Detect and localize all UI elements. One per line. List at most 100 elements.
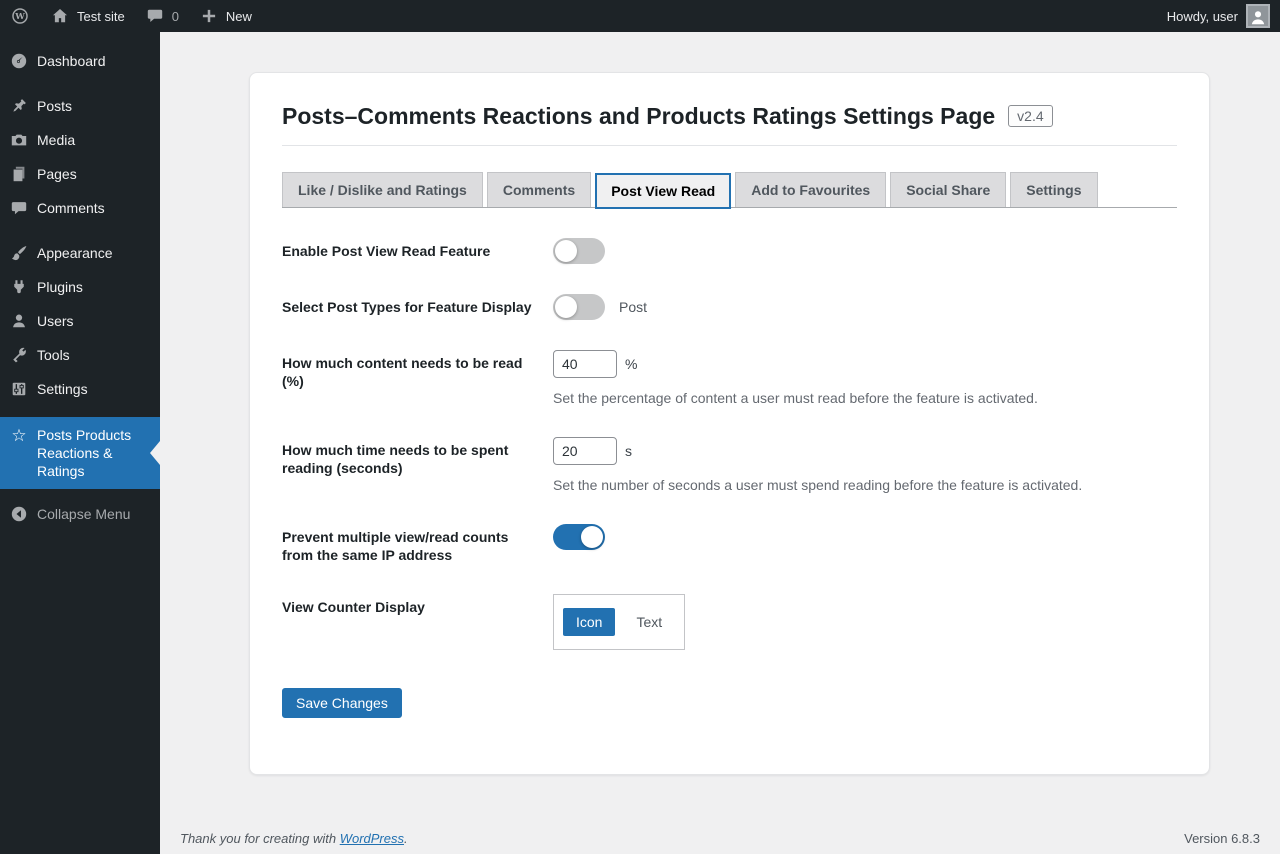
tab-settings[interactable]: Settings	[1010, 172, 1098, 207]
form-row-post-types: Select Post Types for Feature Display Po…	[282, 294, 1177, 320]
post-type-value: Post	[619, 299, 648, 315]
new-label: New	[225, 8, 252, 24]
sidebar-item-comments[interactable]: Comments	[0, 191, 160, 225]
tab-post-view-read[interactable]: Post View Read	[595, 173, 732, 209]
field-label: How much time needs to be spent reading …	[282, 442, 509, 476]
footer-thanks-text: Thank you for creating with WordPress.	[180, 831, 408, 846]
comment-count: 0	[171, 8, 179, 24]
sidebar-item-media[interactable]: Media	[0, 123, 160, 157]
sidebar-item-settings[interactable]: Settings	[0, 372, 160, 406]
thanks-prefix: Thank you for creating with	[180, 831, 340, 846]
user-icon	[8, 311, 30, 331]
seconds-unit-label: s	[625, 443, 632, 459]
site-name-label: Test site	[77, 8, 125, 24]
footer-version-text: Version 6.8.3	[1184, 831, 1260, 846]
avatar	[1246, 4, 1270, 28]
tab-bar: Like / Dislike and Ratings Comments Post…	[282, 172, 1177, 209]
field-description: Set the number of seconds a user must sp…	[553, 477, 1083, 493]
sliders-icon	[8, 379, 30, 399]
tab-comments[interactable]: Comments	[486, 172, 592, 207]
sidebar-item-pages[interactable]: Pages	[0, 157, 160, 191]
reading-time-input[interactable]	[553, 437, 617, 465]
sidebar-item-tools[interactable]: Tools	[0, 338, 160, 372]
plug-icon	[8, 277, 30, 297]
comments-button[interactable]: 0	[135, 0, 189, 32]
collapse-menu-button[interactable]: Collapse Menu	[0, 497, 160, 531]
toggle-knob	[555, 296, 577, 318]
star-icon: ☆	[11, 426, 27, 445]
field-label: Enable Post View Read Feature	[282, 243, 491, 259]
sidebar-item-label: Dashboard	[37, 53, 106, 69]
account-menu[interactable]: Howdy, user	[1157, 0, 1280, 32]
form-row-reading-time: How much time needs to be spent reading …	[282, 437, 1177, 494]
wordpress-logo-icon: W	[10, 6, 30, 26]
howdy-text: Howdy, user	[1166, 8, 1238, 24]
sidebar-item-appearance[interactable]: Appearance	[0, 236, 160, 270]
form-row-content-percent: How much content needs to be read (%) % …	[282, 350, 1177, 407]
enable-feature-toggle[interactable]	[553, 238, 605, 264]
counter-display-segmented-control: Icon Text	[553, 594, 686, 650]
field-label: How much content needs to be read (%)	[282, 355, 523, 389]
sidebar-item-label: Posts Products Reactions & Ratings	[37, 427, 132, 479]
comment-bubble-icon	[145, 6, 165, 26]
sidebar-item-label: Posts	[37, 98, 73, 114]
field-label: Prevent multiple view/read counts from t…	[282, 529, 509, 563]
settings-form: Enable Post View Read Feature Select Pos…	[282, 238, 1177, 718]
tab-social-share[interactable]: Social Share	[890, 172, 1007, 207]
sidebar-item-posts-products-reactions-ratings[interactable]: ☆ Posts Products Reactions & Ratings	[0, 417, 160, 489]
dashboard-icon	[8, 51, 30, 71]
collapse-menu-label: Collapse Menu	[37, 506, 131, 522]
settings-card: Posts–Comments Reactions and Products Ra…	[249, 72, 1210, 775]
sidebar-item-label: Media	[37, 132, 76, 148]
field-description: Set the percentage of content a user mus…	[553, 390, 1038, 406]
sidebar-item-plugins[interactable]: Plugins	[0, 270, 160, 304]
tab-add-to-favourites[interactable]: Add to Favourites	[735, 172, 887, 207]
sidebar-item-users[interactable]: Users	[0, 304, 160, 338]
title-divider	[282, 145, 1177, 146]
brush-icon	[8, 243, 30, 263]
new-button[interactable]: New	[189, 0, 262, 32]
pushpin-icon	[8, 96, 30, 116]
content-percent-input[interactable]	[553, 350, 617, 378]
toggle-knob	[581, 526, 603, 548]
save-changes-button[interactable]: Save Changes	[282, 688, 402, 718]
post-types-toggle[interactable]	[553, 294, 605, 320]
plus-icon	[199, 6, 219, 26]
form-row-prevent-multiple: Prevent multiple view/read counts from t…	[282, 524, 1177, 564]
pages-icon	[8, 164, 30, 184]
site-name-button[interactable]: Test site	[40, 0, 135, 32]
field-label: Select Post Types for Feature Display	[282, 299, 532, 315]
title-row: Posts–Comments Reactions and Products Ra…	[282, 101, 1177, 131]
version-badge: v2.4	[1008, 105, 1053, 127]
main-content: Posts–Comments Reactions and Products Ra…	[160, 0, 1280, 854]
svg-text:W: W	[14, 12, 25, 22]
counter-display-icon-option[interactable]: Icon	[563, 608, 616, 636]
sidebar-item-dashboard[interactable]: Dashboard	[0, 44, 160, 78]
admin-footer: Thank you for creating with WordPress. V…	[160, 831, 1280, 846]
collapse-arrow-icon	[8, 504, 30, 524]
field-label: View Counter Display	[282, 599, 425, 615]
sidebar-item-posts[interactable]: Posts	[0, 89, 160, 123]
form-row-counter-display: View Counter Display Icon Text	[282, 594, 1177, 650]
home-icon	[50, 6, 70, 26]
percent-unit-label: %	[625, 356, 638, 372]
admin-sidebar: Dashboard Posts Media Pages Comments App…	[0, 32, 160, 854]
sidebar-item-label: Appearance	[37, 245, 113, 261]
toggle-knob	[555, 240, 577, 262]
sidebar-item-label: Comments	[37, 200, 105, 216]
counter-display-text-option[interactable]: Text	[623, 608, 675, 636]
sidebar-item-label: Tools	[37, 347, 70, 363]
thanks-suffix: .	[404, 831, 408, 846]
form-row-enable-feature: Enable Post View Read Feature	[282, 238, 1177, 264]
sidebar-item-label: Settings	[37, 381, 88, 397]
sidebar-item-label: Pages	[37, 166, 77, 182]
tab-like-dislike-ratings[interactable]: Like / Dislike and Ratings	[282, 172, 483, 207]
wrench-icon	[8, 345, 30, 365]
admin-bar: W Test site 0 New Howdy, user	[0, 0, 1280, 32]
prevent-multiple-toggle[interactable]	[553, 524, 605, 550]
wordpress-link[interactable]: WordPress	[340, 831, 404, 846]
sidebar-item-label: Users	[37, 313, 74, 329]
page-title: Posts–Comments Reactions and Products Ra…	[282, 103, 996, 129]
sidebar-item-label: Plugins	[37, 279, 83, 295]
wp-logo-button[interactable]: W	[0, 0, 40, 32]
